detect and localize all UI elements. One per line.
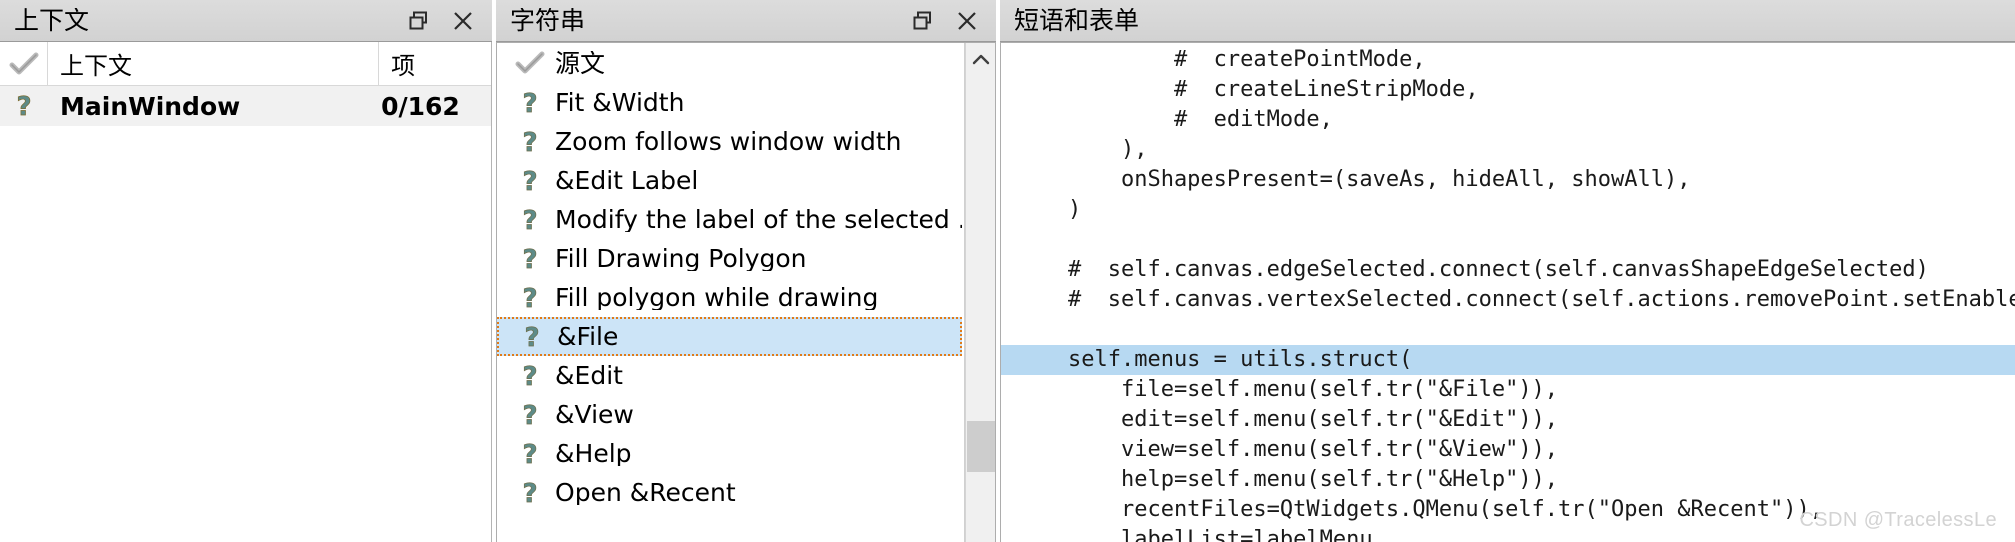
code-line: help=self.menu(self.tr("&Help")), [1015, 467, 1559, 492]
strings-panel-buttons [910, 8, 986, 34]
close-icon[interactable] [450, 8, 476, 34]
code-line: file=self.menu(self.tr("&File")), [1015, 377, 1559, 402]
question-mark-icon: ?? [509, 244, 551, 274]
svg-text:?: ? [523, 479, 538, 508]
context-panel-title: 上下文 [14, 8, 90, 33]
list-item-label: Zoom follows window width [555, 129, 902, 154]
svg-text:?: ? [523, 167, 538, 196]
code-line: # self.canvas.vertexSelected.connect(sel… [1015, 287, 2015, 312]
restore-icon[interactable] [406, 8, 432, 34]
code-line: # createLineStripMode, [1015, 77, 1479, 102]
svg-text:?: ? [523, 89, 538, 118]
code-line: labelList=labelMenu, [1015, 527, 1386, 542]
context-panel: 上下文 上下文 项 ? ? MainWindow 0/162 [0, 0, 493, 542]
list-item[interactable]: ?? Modify the label of the selected ... [497, 200, 963, 239]
context-table: 上下文 项 ? ? MainWindow 0/162 [0, 42, 493, 542]
code-line: # editMode, [1015, 107, 1333, 132]
list-item-label: Modify the label of the selected ... [555, 207, 963, 232]
code-line-highlighted: self.menus = utils.struct( [1001, 345, 2015, 375]
phrases-panel-titlebar: 短语和表单 [1000, 0, 2015, 42]
list-item-label: &View [555, 402, 634, 427]
svg-text:?: ? [16, 92, 31, 121]
list-item[interactable]: ?? &Edit [497, 356, 963, 395]
svg-text:?: ? [523, 362, 538, 391]
list-item[interactable]: ?? Fill Drawing Polygon [497, 239, 963, 278]
code-line: ) [1015, 197, 1082, 222]
strings-panel: 字符串 源文 ? ? Fit &Width ? ? Zoom follows w… [496, 0, 997, 542]
code-line: onShapesPresent=(saveAs, hideAll, showAl… [1015, 167, 1691, 192]
chevron-up-icon[interactable] [966, 43, 996, 77]
strings-scrollbar[interactable] [965, 43, 996, 542]
svg-text:?: ? [523, 401, 538, 430]
question-mark-icon: ?? [509, 361, 551, 391]
list-item[interactable]: ?? &Help [497, 434, 963, 473]
table-row[interactable]: ? ? MainWindow 0/162 [0, 86, 492, 126]
translator-window: 上下文 上下文 项 ? ? MainWindow 0/162 字符串 源文 ? … [0, 0, 2015, 542]
question-mark-icon: ?? [509, 400, 551, 430]
context-row-items: 0/162 [381, 91, 460, 121]
source-code-lines: # createPointMode, # createLineStripMode… [1001, 45, 2015, 542]
context-column-header-name[interactable]: 上下文 [48, 42, 380, 85]
svg-text:?: ? [523, 128, 538, 157]
list-item-label: &File [557, 324, 619, 349]
code-line: recentFiles=QtWidgets.QMenu(self.tr("Ope… [1015, 497, 1823, 522]
strings-column-header-label: 源文 [555, 50, 606, 76]
question-mark-icon: ?? [509, 283, 551, 313]
list-item-label: &Edit [555, 363, 623, 388]
checkmark-icon [0, 42, 48, 85]
strings-list: 源文 ?? Fit &Width?? Zoom follows window wid… [497, 43, 963, 542]
svg-text:?: ? [525, 323, 540, 352]
restore-icon[interactable] [910, 8, 936, 34]
context-row-name: MainWindow [60, 91, 241, 121]
question-mark-icon: ?? [511, 322, 553, 352]
close-icon[interactable] [954, 8, 980, 34]
list-item-label: Fit &Width [555, 90, 685, 115]
list-item[interactable]: ?? Fill polygon while drawing [497, 278, 963, 317]
question-mark-icon: ?? [509, 205, 551, 235]
question-mark-icon: ? ? [0, 91, 48, 121]
question-mark-icon: ?? [509, 439, 551, 469]
list-item[interactable]: ?? Fit &Width [497, 83, 963, 122]
question-mark-icon: ?? [509, 478, 551, 508]
checkmark-icon [509, 51, 551, 75]
strings-rows-container: ?? Fit &Width?? Zoom follows window width?… [497, 83, 963, 512]
context-column-header-items[interactable]: 项 [379, 42, 492, 85]
phrases-panel-title: 短语和表单 [1014, 8, 1140, 33]
strings-panel-titlebar: 字符串 [496, 0, 997, 42]
svg-text:?: ? [523, 284, 538, 313]
context-panel-titlebar: 上下文 [0, 0, 493, 42]
list-item-label: Open &Recent [555, 480, 736, 505]
strings-scrollbar-track[interactable] [966, 77, 996, 542]
code-line: # self.canvas.edgeSelected.connect(self.… [1015, 257, 1929, 282]
list-item-label: &Edit Label [555, 168, 699, 193]
svg-text:?: ? [523, 206, 538, 235]
code-line: edit=self.menu(self.tr("&Edit")), [1015, 407, 1559, 432]
phrases-panel: 短语和表单 # createPointMode, # createLineStr… [1000, 0, 2015, 542]
strings-panel-title: 字符串 [510, 8, 586, 33]
strings-scrollbar-thumb[interactable] [966, 421, 995, 473]
list-item[interactable]: ?? Open &Recent [497, 473, 963, 512]
list-item[interactable]: ?? Zoom follows window width [497, 122, 963, 161]
svg-text:?: ? [523, 440, 538, 469]
context-table-header: 上下文 项 [0, 42, 492, 86]
svg-text:?: ? [523, 245, 538, 274]
code-line: ), [1015, 137, 1148, 162]
source-code-view[interactable]: # createPointMode, # createLineStripMode… [1000, 42, 2015, 542]
strings-table: 源文 ?? Fit &Width?? Zoom follows window wid… [496, 42, 997, 542]
list-item[interactable]: ?? &Edit Label [497, 161, 963, 200]
list-item-label: Fill Drawing Polygon [555, 246, 807, 271]
strings-column-header[interactable]: 源文 [497, 43, 963, 83]
list-item[interactable]: ?? &View [497, 395, 963, 434]
list-item[interactable]: ?? &File [497, 317, 963, 356]
question-mark-icon: ?? [509, 127, 551, 157]
code-line: # createPointMode, [1015, 47, 1426, 72]
question-mark-icon: ?? [509, 88, 551, 118]
list-item-label: &Help [555, 441, 632, 466]
question-mark-icon: ?? [509, 166, 551, 196]
context-panel-buttons [406, 8, 482, 34]
list-item-label: Fill polygon while drawing [555, 285, 879, 310]
code-line: view=self.menu(self.tr("&View")), [1015, 437, 1559, 462]
